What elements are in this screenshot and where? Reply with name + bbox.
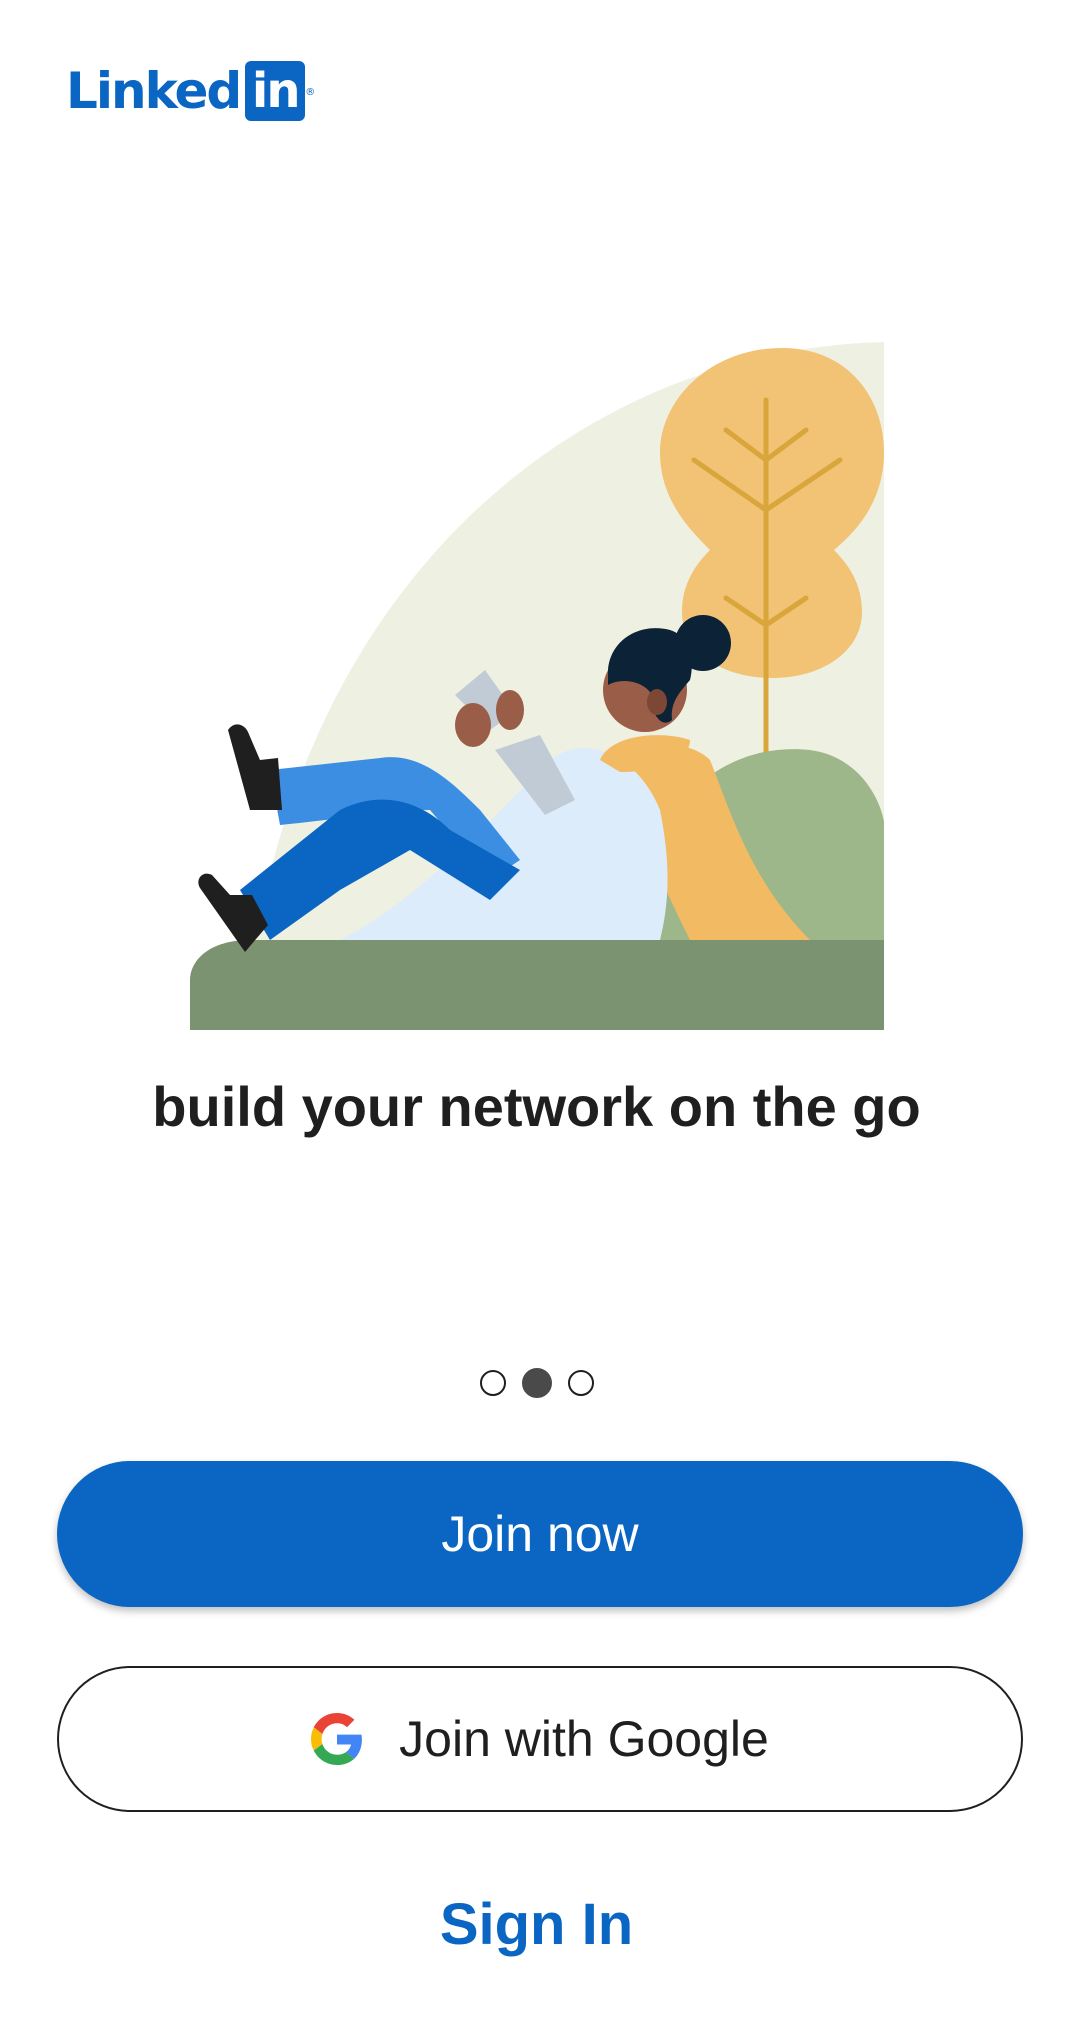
carousel-dot-3[interactable] [567, 1370, 594, 1396]
linkedin-logo: Linked in ® [66, 60, 315, 122]
join-with-google-label: Join with Google [399, 1711, 769, 1767]
carousel-page-indicator[interactable] [0, 1368, 1073, 1398]
logo-in-text: in [251, 63, 301, 119]
join-now-label: Join now [441, 1506, 639, 1562]
onboarding-illustration [190, 342, 884, 1030]
carousel-dot-2-active[interactable] [521, 1368, 552, 1398]
carousel-dot-1[interactable] [479, 1370, 506, 1396]
google-g-icon [311, 1713, 363, 1765]
join-with-google-button[interactable]: Join with Google [57, 1666, 1023, 1812]
logo-wordmark: Linked [66, 62, 242, 120]
sign-in-link[interactable]: Sign In [0, 1890, 1073, 1960]
logo-registered-mark: ® [305, 87, 316, 98]
join-now-button[interactable]: Join now [57, 1461, 1023, 1607]
logo-in-box: in ® [245, 61, 315, 121]
onboarding-tagline: build your network on the go [152, 1075, 921, 1138]
